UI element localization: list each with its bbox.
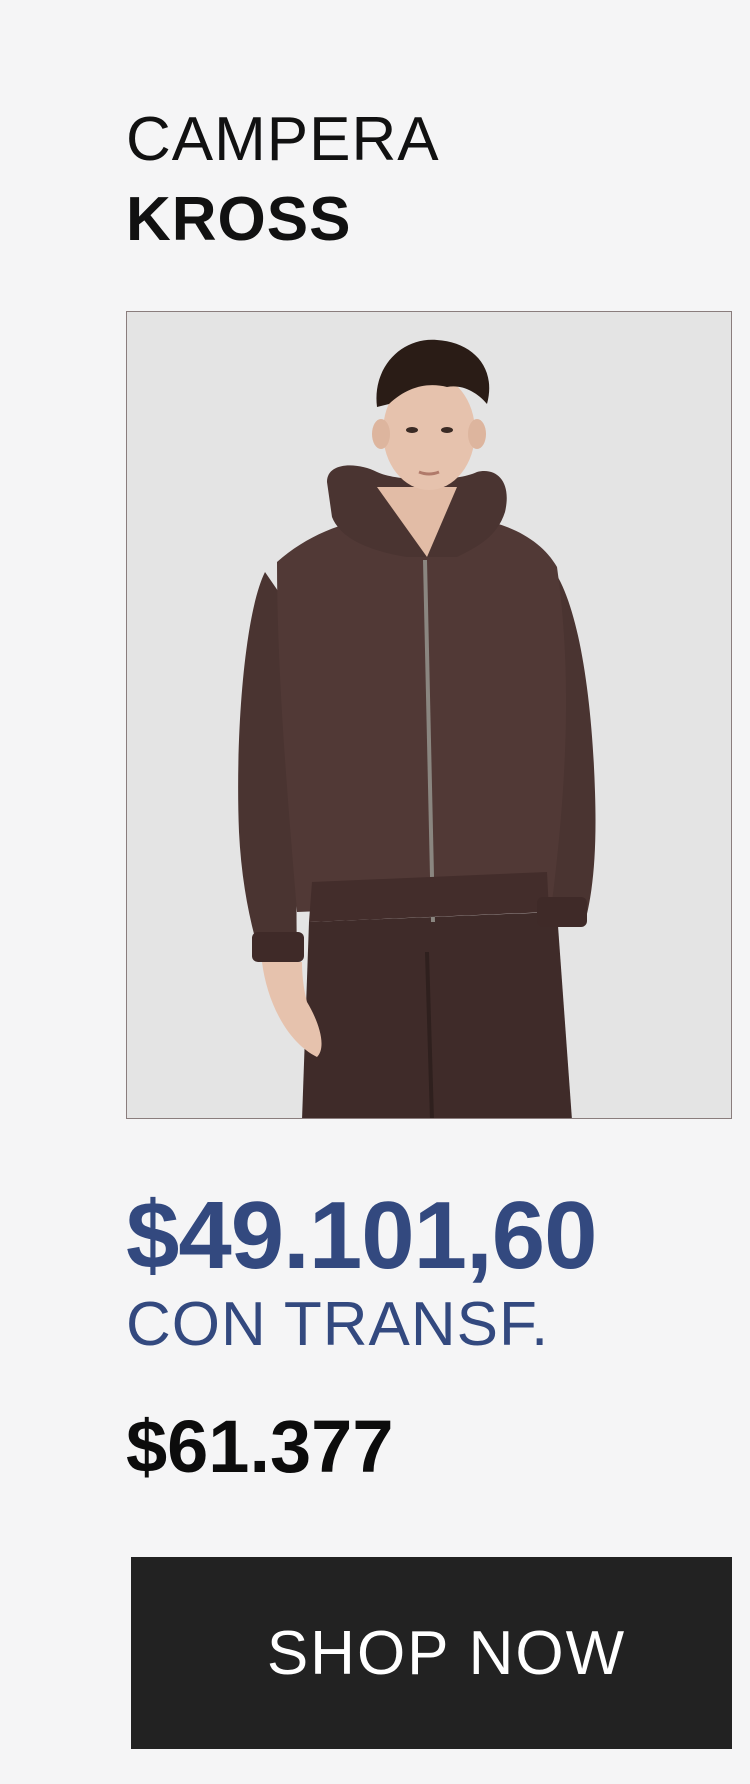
transfer-price: $49.101,60 — [126, 1182, 597, 1289]
shop-now-button-label: SHOP NOW — [266, 1618, 627, 1688]
product-title-category: CAMPERA — [126, 105, 440, 174]
transfer-price-label: CON TRANSF. — [126, 1290, 550, 1359]
shop-now-button[interactable]: SHOP NOW — [131, 1557, 732, 1749]
product-photo-illustration — [127, 312, 731, 1118]
product-card: CAMPERA KROSS $49.101,60 CON TRANSF. $61… — [0, 0, 750, 1784]
regular-price: $61.377 — [126, 1405, 394, 1488]
product-title-name: KROSS — [126, 185, 352, 254]
product-image[interactable] — [126, 311, 732, 1119]
